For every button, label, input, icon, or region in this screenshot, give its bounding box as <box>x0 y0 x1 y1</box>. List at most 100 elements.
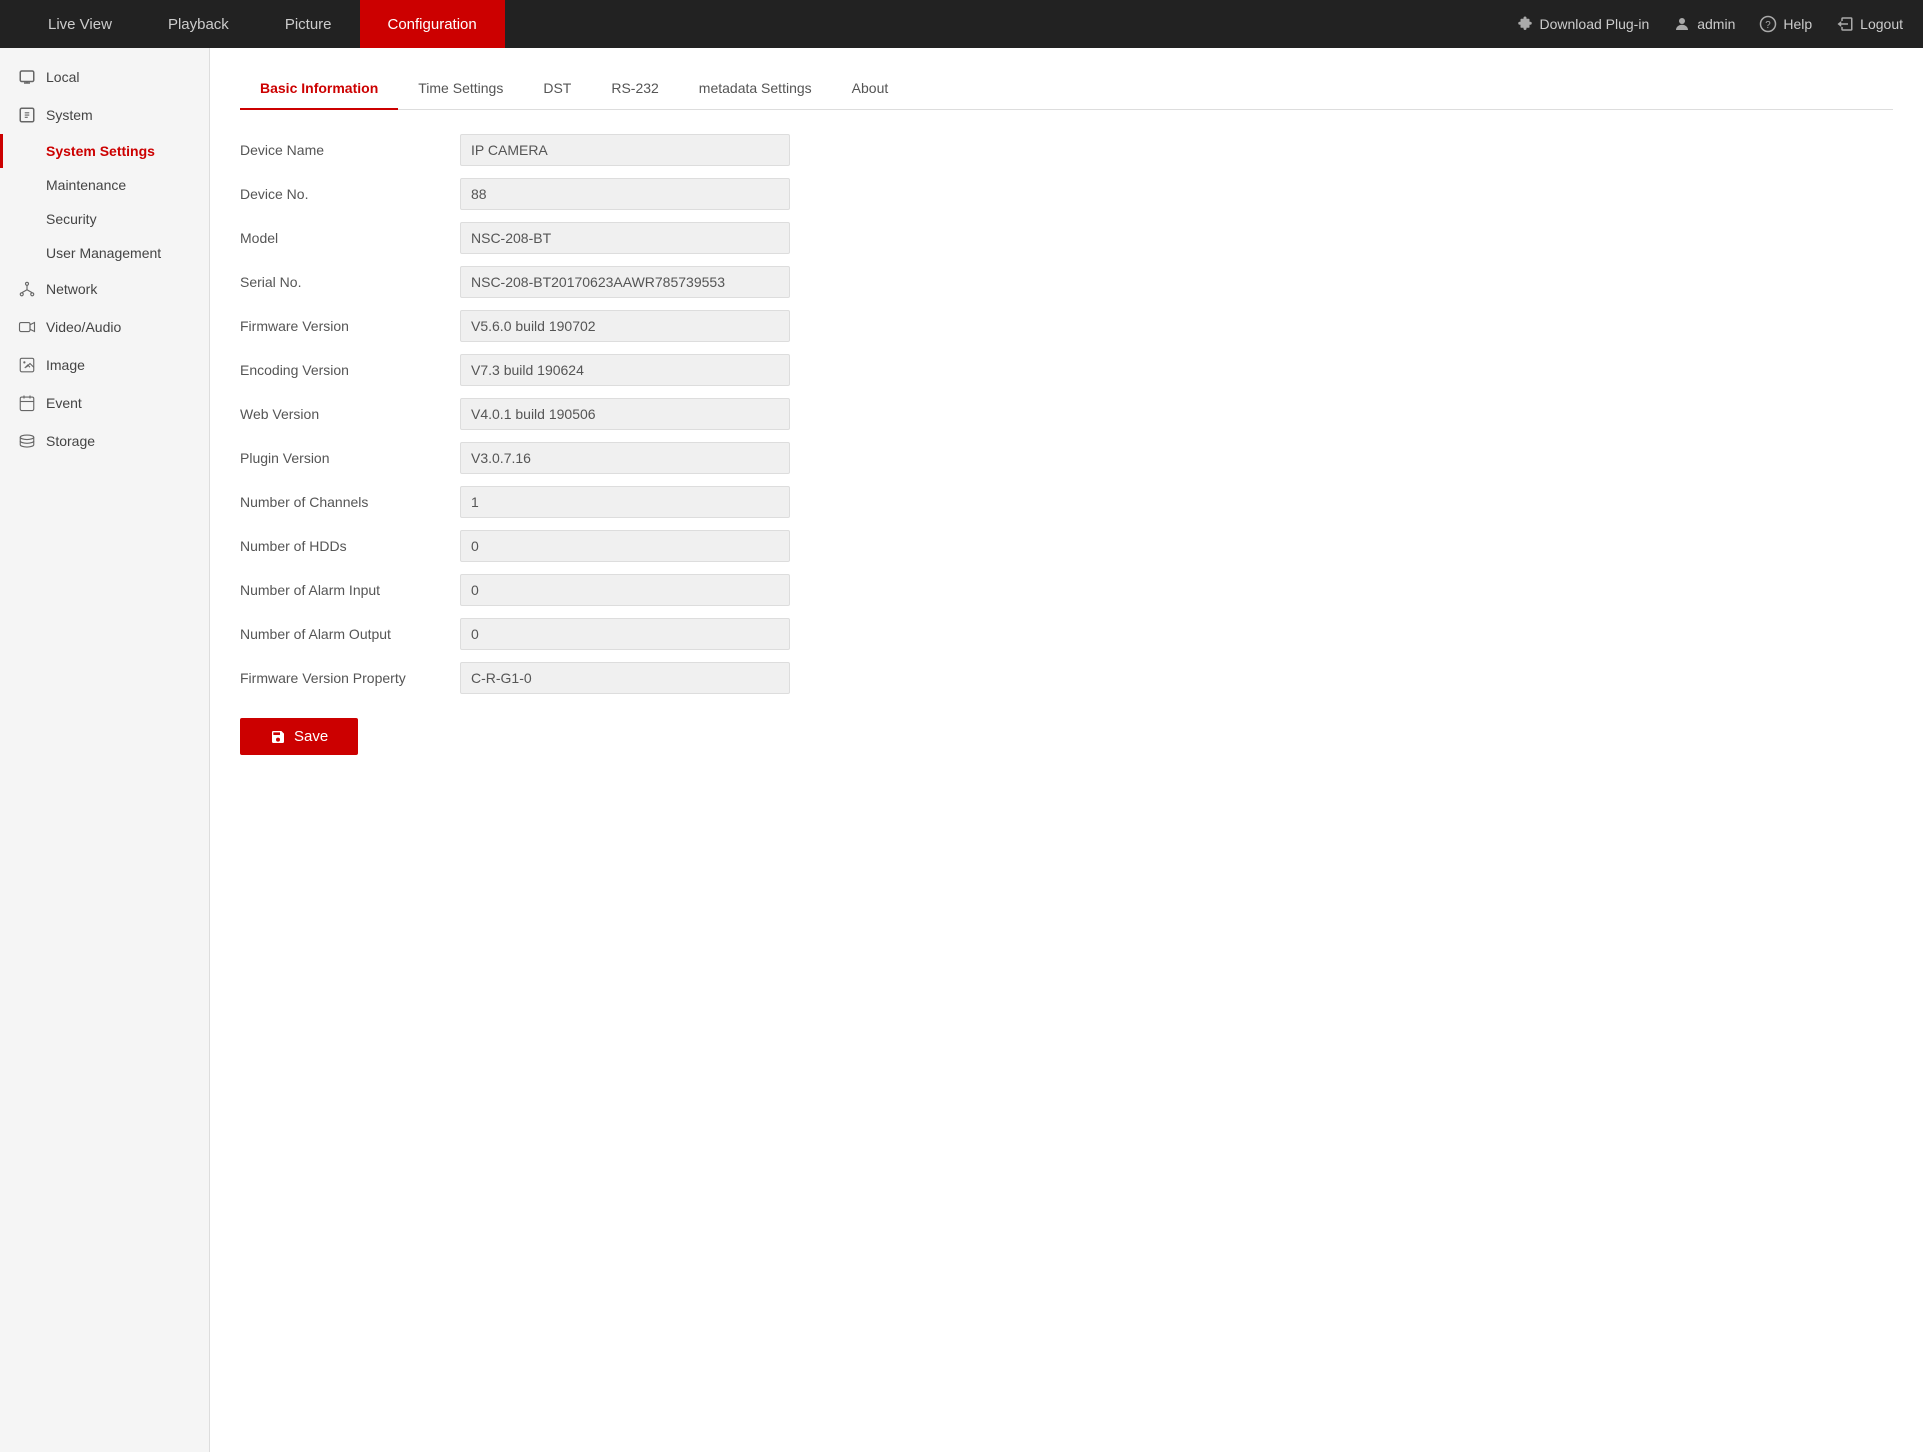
user-icon <box>1673 15 1691 33</box>
tab-time-settings[interactable]: Time Settings <box>398 68 523 110</box>
form-label-1: Device No. <box>240 186 460 202</box>
sidebar: Local System System Settings Maintenance… <box>0 48 210 1452</box>
sidebar-item-event[interactable]: Event <box>0 384 209 422</box>
network-icon <box>18 280 36 298</box>
form-row: Web Version V4.0.1 build 190506 <box>240 398 1893 430</box>
form: Device Name IP CAMERA Device No. 88 Mode… <box>240 134 1893 694</box>
sidebar-sub-item-security[interactable]: Security <box>0 202 209 236</box>
form-value-11: 0 <box>460 618 790 650</box>
form-label-3: Serial No. <box>240 274 460 290</box>
form-row: Firmware Version V5.6.0 build 190702 <box>240 310 1893 342</box>
form-value-10: 0 <box>460 574 790 606</box>
sidebar-item-network-label: Network <box>46 281 97 297</box>
sidebar-item-local[interactable]: Local <box>0 58 209 96</box>
form-value-1: 88 <box>460 178 790 210</box>
sidebar-item-network[interactable]: Network <box>0 270 209 308</box>
admin-button[interactable]: admin <box>1673 15 1735 33</box>
plugin-icon <box>1516 15 1534 33</box>
tab-dst[interactable]: DST <box>523 68 591 110</box>
form-row: Number of Channels 1 <box>240 486 1893 518</box>
form-value-7: V3.0.7.16 <box>460 442 790 474</box>
form-value-5: V7.3 build 190624 <box>460 354 790 386</box>
save-button[interactable]: Save <box>240 718 358 755</box>
download-plugin-button[interactable]: Download Plug-in <box>1516 15 1650 33</box>
sidebar-sub-item-security-label: Security <box>46 211 97 227</box>
form-value-8: 1 <box>460 486 790 518</box>
svg-text:?: ? <box>1766 20 1772 31</box>
sidebar-sub-item-maintenance-label: Maintenance <box>46 177 126 193</box>
logout-label: Logout <box>1860 16 1903 32</box>
form-row: Plugin Version V3.0.7.16 <box>240 442 1893 474</box>
help-button[interactable]: ? Help <box>1759 15 1812 33</box>
tab-bar: Basic Information Time Settings DST RS-2… <box>240 68 1893 110</box>
form-row: Number of HDDs 0 <box>240 530 1893 562</box>
tab-metadata-settings[interactable]: metadata Settings <box>679 68 832 110</box>
image-icon <box>18 356 36 374</box>
form-label-6: Web Version <box>240 406 460 422</box>
sidebar-item-video-audio[interactable]: Video/Audio <box>0 308 209 346</box>
form-row: Serial No. NSC-208-BT20170623AAWR7857395… <box>240 266 1893 298</box>
form-value-9: 0 <box>460 530 790 562</box>
nav-picture[interactable]: Picture <box>257 0 360 48</box>
sidebar-item-image[interactable]: Image <box>0 346 209 384</box>
sidebar-item-event-label: Event <box>46 395 82 411</box>
system-icon <box>18 106 36 124</box>
form-value-6: V4.0.1 build 190506 <box>460 398 790 430</box>
top-nav-right: Download Plug-in admin ? Help Logout <box>1516 15 1904 33</box>
help-label: Help <box>1783 16 1812 32</box>
sidebar-sub-item-user-management-label: User Management <box>46 245 161 261</box>
form-value-12: C-R-G1-0 <box>460 662 790 694</box>
sidebar-sub-item-user-management[interactable]: User Management <box>0 236 209 270</box>
help-icon: ? <box>1759 15 1777 33</box>
form-label-9: Number of HDDs <box>240 538 460 554</box>
form-row: Number of Alarm Output 0 <box>240 618 1893 650</box>
download-plugin-label: Download Plug-in <box>1540 16 1650 32</box>
sidebar-item-local-label: Local <box>46 69 79 85</box>
form-row: Firmware Version Property C-R-G1-0 <box>240 662 1893 694</box>
video-icon <box>18 318 36 336</box>
form-value-3: NSC-208-BT20170623AAWR785739553 <box>460 266 790 298</box>
sidebar-sub-item-system-settings[interactable]: System Settings <box>0 134 209 168</box>
sidebar-item-system-label: System <box>46 107 93 123</box>
top-nav: Live View Playback Picture Configuration… <box>0 0 1923 48</box>
save-icon <box>270 729 286 745</box>
logout-button[interactable]: Logout <box>1836 15 1903 33</box>
save-button-label: Save <box>294 728 328 745</box>
tab-basic-information[interactable]: Basic Information <box>240 68 398 110</box>
form-value-0: IP CAMERA <box>460 134 790 166</box>
storage-icon <box>18 432 36 450</box>
tab-rs232[interactable]: RS-232 <box>591 68 678 110</box>
local-icon <box>18 68 36 86</box>
layout: Local System System Settings Maintenance… <box>0 48 1923 1452</box>
sidebar-sub-item-system-settings-label: System Settings <box>46 143 155 159</box>
sidebar-item-system[interactable]: System <box>0 96 209 134</box>
form-label-5: Encoding Version <box>240 362 460 378</box>
form-row: Device No. 88 <box>240 178 1893 210</box>
form-label-0: Device Name <box>240 142 460 158</box>
sidebar-item-image-label: Image <box>46 357 85 373</box>
sidebar-item-storage-label: Storage <box>46 433 95 449</box>
sidebar-sub-item-maintenance[interactable]: Maintenance <box>0 168 209 202</box>
nav-playback[interactable]: Playback <box>140 0 257 48</box>
form-label-11: Number of Alarm Output <box>240 626 460 642</box>
event-icon <box>18 394 36 412</box>
form-row: Encoding Version V7.3 build 190624 <box>240 354 1893 386</box>
form-value-4: V5.6.0 build 190702 <box>460 310 790 342</box>
form-row: Device Name IP CAMERA <box>240 134 1893 166</box>
form-label-8: Number of Channels <box>240 494 460 510</box>
nav-configuration[interactable]: Configuration <box>360 0 505 48</box>
form-label-4: Firmware Version <box>240 318 460 334</box>
admin-label: admin <box>1697 16 1735 32</box>
form-row: Model NSC-208-BT <box>240 222 1893 254</box>
form-label-12: Firmware Version Property <box>240 670 460 686</box>
main-content: Basic Information Time Settings DST RS-2… <box>210 48 1923 1452</box>
sidebar-item-storage[interactable]: Storage <box>0 422 209 460</box>
form-row: Number of Alarm Input 0 <box>240 574 1893 606</box>
form-label-2: Model <box>240 230 460 246</box>
form-label-7: Plugin Version <box>240 450 460 466</box>
sidebar-item-video-audio-label: Video/Audio <box>46 319 121 335</box>
tab-about[interactable]: About <box>832 68 909 110</box>
logout-icon <box>1836 15 1854 33</box>
nav-live-view[interactable]: Live View <box>20 0 140 48</box>
form-label-10: Number of Alarm Input <box>240 582 460 598</box>
